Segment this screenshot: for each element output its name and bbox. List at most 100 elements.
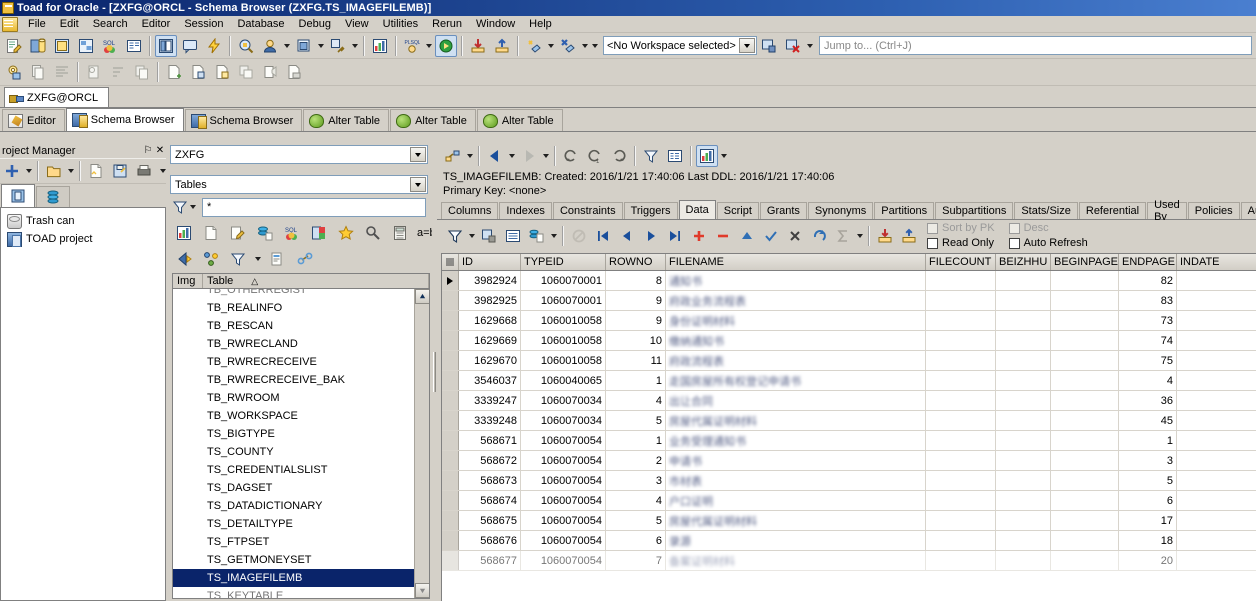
window-list-icon[interactable] — [293, 35, 315, 57]
row-indicator[interactable] — [442, 531, 459, 550]
table-cell-typeid[interactable]: 1060070054 — [521, 531, 606, 550]
table-cell-typeid[interactable]: 1060040065 — [521, 371, 606, 390]
grid-column-header-id[interactable]: ID — [459, 254, 521, 270]
table-cell-rowno[interactable]: 11 — [606, 351, 666, 370]
table-cell-endpage[interactable]: 5 — [1119, 471, 1177, 490]
menu-session[interactable]: Session — [177, 17, 230, 31]
refresh-icon[interactable] — [560, 145, 582, 167]
table-list-item[interactable]: TS_DETAILTYPE — [173, 515, 414, 533]
table-cell-rowno[interactable]: 3 — [606, 471, 666, 490]
compile-error-dropdown-icon[interactable] — [580, 35, 590, 57]
table-cell-endpage[interactable]: 74 — [1119, 331, 1177, 350]
table-cell-typeid[interactable]: 1060070001 — [521, 291, 606, 310]
table-cell-filename[interactable]: 房屋代属证明材料 — [666, 511, 926, 530]
tab-alter-table-1[interactable]: Alter Table — [303, 109, 389, 131]
table-cell-beizhhu[interactable] — [996, 331, 1051, 350]
detail-tab-grants[interactable]: Grants — [760, 202, 807, 219]
filter-dropdown-icon[interactable] — [188, 196, 198, 218]
schema-selector[interactable]: ZXFG — [170, 145, 428, 164]
link-icon[interactable] — [294, 248, 316, 270]
detail-tab-data[interactable]: Data — [679, 200, 716, 219]
navigate-forward-dropdown-icon[interactable] — [541, 145, 551, 167]
table-cell-id[interactable]: 3546037 — [459, 371, 521, 390]
object-type-selector[interactable]: Tables — [170, 175, 428, 194]
grid-column-header-rowno[interactable]: ROWNO — [606, 254, 666, 270]
analyze-table-icon[interactable] — [254, 222, 276, 244]
table-cell-rowno[interactable]: 7 — [606, 551, 666, 570]
pm-tab-connections[interactable] — [36, 186, 70, 207]
save-workspace-icon[interactable] — [758, 35, 780, 57]
compile-icon[interactable] — [523, 35, 545, 57]
table-row[interactable]: 56867610600700546录源18 — [442, 531, 1256, 551]
table-cell-filecount[interactable] — [926, 411, 996, 430]
table-cell-beizhhu[interactable] — [996, 371, 1051, 390]
print-icon[interactable] — [133, 160, 155, 182]
table-cell-endpage[interactable]: 18 — [1119, 531, 1177, 550]
plsql-dropdown-icon[interactable] — [424, 35, 434, 57]
grid-column-header-endpage[interactable]: ENDPAGE — [1119, 254, 1177, 270]
table-cell-rowno[interactable]: 2 — [606, 451, 666, 470]
grid-column-header-beginpage[interactable]: BEGINPAGE — [1051, 254, 1119, 270]
table-data-icon[interactable] — [173, 222, 195, 244]
table-list-item[interactable]: TS_DAGSET — [173, 479, 414, 497]
scroll-up-icon[interactable] — [415, 289, 430, 304]
table-cell-beizhhu[interactable] — [996, 391, 1051, 410]
table-cell-endpage[interactable]: 1 — [1119, 431, 1177, 450]
object-palette-icon[interactable] — [51, 35, 73, 57]
window-list-dropdown-icon[interactable] — [316, 35, 326, 57]
table-cell-indate[interactable] — [1177, 351, 1256, 370]
row-indicator[interactable] — [442, 411, 459, 430]
table-list-item[interactable]: TB_RWRECLAND — [173, 335, 414, 353]
table-cell-rowno[interactable]: 9 — [606, 311, 666, 330]
commit-record-icon[interactable] — [760, 225, 782, 247]
table-cell-filecount[interactable] — [926, 431, 996, 450]
table-cell-beizhhu[interactable] — [996, 551, 1051, 570]
column-header-table[interactable]: Table △ — [203, 274, 429, 288]
table-cell-beizhhu[interactable] — [996, 431, 1051, 450]
table-cell-endpage[interactable]: 36 — [1119, 391, 1177, 410]
grid-column-header-filename[interactable]: FILENAME — [666, 254, 926, 270]
checkbox-desc[interactable]: Desc — [1009, 222, 1088, 235]
grid-column-header-indate[interactable]: INDATE — [1177, 254, 1256, 270]
grid-filter-dropdown-icon[interactable] — [467, 225, 477, 247]
execute-icon[interactable] — [203, 35, 225, 57]
new-editor-icon[interactable] — [3, 35, 25, 57]
table-list-item[interactable]: TB_RWRECRECEIVE_BAK — [173, 371, 414, 389]
refresh-data-icon[interactable] — [808, 225, 830, 247]
row-indicator[interactable] — [442, 291, 459, 310]
menu-window[interactable]: Window — [469, 17, 522, 31]
detail-report-dropdown-icon[interactable] — [719, 145, 729, 167]
table-cell-indate[interactable] — [1177, 471, 1256, 490]
link-browser-dropdown-icon[interactable] — [465, 145, 475, 167]
table-cell-beizhhu[interactable] — [996, 471, 1051, 490]
table-cell-endpage[interactable]: 83 — [1119, 291, 1177, 310]
workspace-chevron-down-icon[interactable] — [739, 38, 755, 53]
table-cell-filename[interactable]: 通知书 — [666, 271, 926, 290]
table-cell-beginpage[interactable] — [1051, 451, 1119, 470]
import-data-icon[interactable] — [874, 225, 896, 247]
table-cell-indate[interactable] — [1177, 371, 1256, 390]
table-list-item[interactable]: TB_RWRECRECEIVE — [173, 353, 414, 371]
table-cell-endpage[interactable]: 4 — [1119, 371, 1177, 390]
insert-record-icon[interactable] — [688, 225, 710, 247]
row-indicator[interactable] — [442, 491, 459, 510]
menu-rerun[interactable]: Rerun — [425, 17, 469, 31]
delete-record-icon[interactable] — [712, 225, 734, 247]
table-list-item[interactable]: TS_KEYTABLE — [173, 587, 414, 598]
table-cell-rowno[interactable]: 5 — [606, 511, 666, 530]
jump-to-input[interactable]: Jump to... (Ctrl+J) — [819, 36, 1252, 55]
table-cell-typeid[interactable]: 1060070054 — [521, 451, 606, 470]
data-grid-body[interactable]: 398292410600700018通知书8239829251060070001… — [442, 271, 1256, 601]
table-cell-filecount[interactable] — [926, 331, 996, 350]
table-cell-id[interactable]: 568671 — [459, 431, 521, 450]
table-list[interactable]: Img Table △ TB_OTHERREGISTTB_REALINFOTB_… — [172, 273, 430, 599]
checkbox-box[interactable] — [927, 238, 938, 249]
menu-help[interactable]: Help — [522, 17, 559, 31]
table-cell-typeid[interactable]: 1060070054 — [521, 511, 606, 530]
table-cell-filecount[interactable] — [926, 531, 996, 550]
table-cell-filecount[interactable] — [926, 351, 996, 370]
table-cell-endpage[interactable]: 82 — [1119, 271, 1177, 290]
print-file-icon[interactable] — [283, 61, 305, 83]
table-cell-indate[interactable] — [1177, 551, 1256, 570]
row-indicator[interactable] — [442, 271, 459, 290]
